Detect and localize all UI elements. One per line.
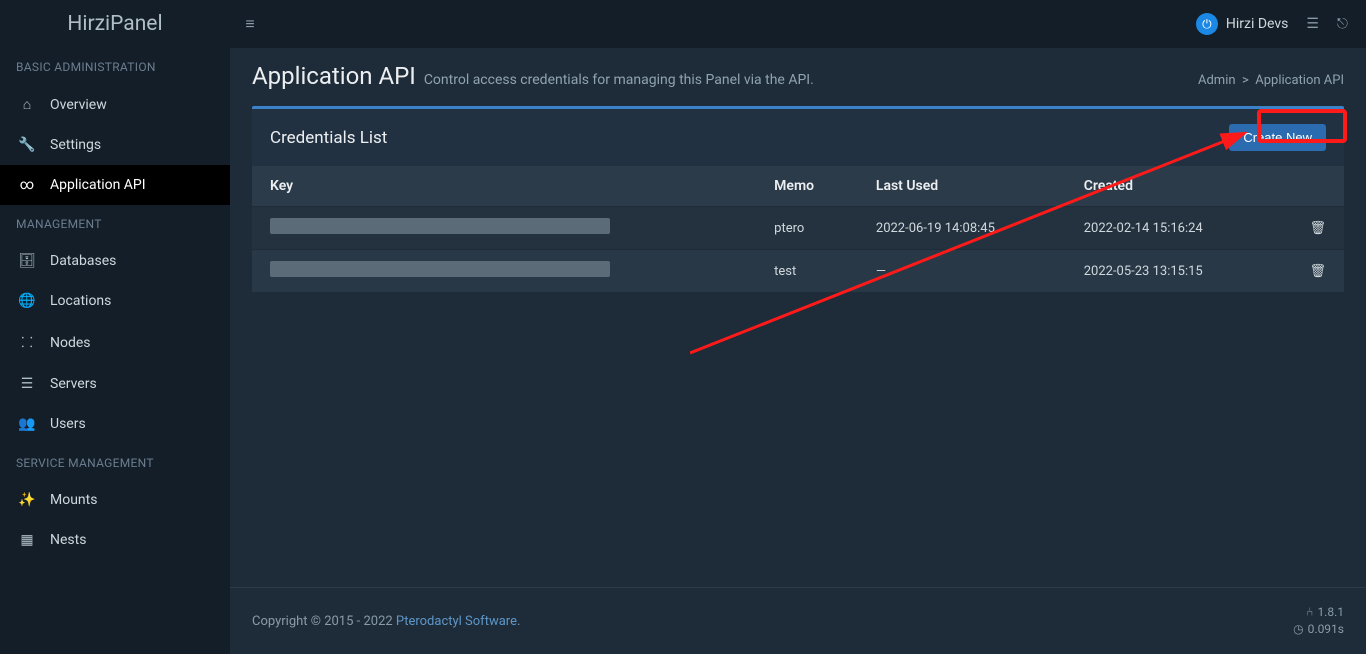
sidebar-toggle-button[interactable]: ≡	[230, 14, 270, 34]
logout-icon[interactable]: ⎋	[1337, 16, 1348, 32]
sidebar-item-label: Users	[50, 416, 86, 432]
sidebar-item-nodes[interactable]: ⸬ Nodes	[0, 321, 230, 364]
sidebar-item-nests[interactable]: ▦ Nests	[0, 520, 230, 560]
page-title: Application API	[252, 62, 416, 90]
sidebar-item-settings[interactable]: 🔧 Settings	[0, 125, 230, 165]
cell-memo: ptero	[756, 207, 858, 250]
main-content: Application API Control access credentia…	[230, 48, 1366, 654]
sidebar-item-label: Application API	[50, 177, 146, 193]
column-last-used: Last Used	[858, 166, 1066, 207]
api-key-masked[interactable]	[270, 218, 610, 234]
box-title: Credentials List	[270, 128, 387, 148]
footer-timing: 0.091s	[1308, 621, 1344, 638]
column-memo: Memo	[756, 166, 858, 207]
footer-version: 1.8.1	[1317, 604, 1344, 621]
sidebar-item-overview[interactable]: ⌂ Overview	[0, 84, 230, 125]
database-icon: 🗄	[18, 253, 36, 269]
api-key-masked[interactable]	[270, 261, 610, 277]
cell-last-used: 2022-06-19 14:08:45	[858, 207, 1066, 250]
delete-button[interactable]: 🗑	[1274, 207, 1344, 250]
create-new-button[interactable]: Create New	[1229, 124, 1326, 151]
home-icon: ⌂	[18, 96, 36, 113]
user-menu[interactable]: ⏻ Hirzi Devs	[1196, 13, 1289, 35]
sidebar-item-application-api[interactable]: ∞ Application API	[0, 165, 230, 205]
grid-icon: ▦	[18, 532, 36, 548]
trash-icon: 🗑	[1309, 221, 1326, 236]
sidebar-item-label: Mounts	[50, 492, 97, 508]
sidebar-item-label: Settings	[50, 137, 101, 153]
cell-memo: test	[756, 250, 858, 293]
sidebar-item-servers[interactable]: ☰ Servers	[0, 364, 230, 404]
sitemap-icon: ⸬	[18, 333, 36, 352]
credentials-table: Key Memo Last Used Created ptero 2022-06…	[252, 166, 1344, 292]
clock-icon: ◷	[1293, 621, 1303, 638]
sidebar-item-databases[interactable]: 🗄 Databases	[0, 241, 230, 281]
sidebar-item-label: Nodes	[50, 335, 91, 351]
delete-button[interactable]: 🗑	[1274, 250, 1344, 293]
table-row: ptero 2022-06-19 14:08:45 2022-02-14 15:…	[252, 207, 1344, 250]
footer-link[interactable]: Pterodactyl Software	[396, 614, 517, 629]
footer: Copyright © 2015 - 2022 Pterodactyl Soft…	[230, 587, 1366, 654]
sidebar-item-label: Locations	[50, 293, 111, 309]
breadcrumb-admin-link[interactable]: Admin	[1198, 73, 1236, 88]
footer-copyright: Copyright © 2015 - 2022	[252, 614, 396, 629]
footer-dot: .	[517, 614, 520, 629]
magic-icon: ✨	[18, 492, 36, 508]
breadcrumb: Admin > Application API	[1198, 73, 1344, 88]
sidebar-item-label: Servers	[50, 376, 97, 392]
cell-created: 2022-02-14 15:16:24	[1066, 207, 1274, 250]
trash-icon: 🗑	[1309, 264, 1326, 279]
power-icon: ⏻	[1196, 13, 1218, 35]
sidebar: BASIC ADMINISTRATION ⌂ Overview 🔧 Settin…	[0, 48, 230, 654]
users-icon: 👥	[18, 416, 36, 432]
infinity-icon: ∞	[18, 177, 36, 193]
brand-logo[interactable]: HirziPanel	[0, 12, 230, 36]
server-icon: ☰	[18, 376, 36, 392]
cell-last-used: —	[858, 250, 1066, 293]
wrench-icon: 🔧	[18, 137, 36, 153]
user-name: Hirzi Devs	[1226, 16, 1289, 32]
column-key: Key	[252, 166, 756, 207]
page-subtitle: Control access credentials for managing …	[424, 72, 814, 88]
globe-icon: 🌐	[18, 293, 36, 309]
sidebar-section-header: MANAGEMENT	[0, 205, 230, 241]
topbar: HirziPanel ≡ ⏻ Hirzi Devs ☰ ⎋	[0, 0, 1366, 48]
table-row: test — 2022-05-23 13:15:15 🗑	[252, 250, 1344, 293]
column-created: Created	[1066, 166, 1274, 207]
cell-created: 2022-05-23 13:15:15	[1066, 250, 1274, 293]
sidebar-item-locations[interactable]: 🌐 Locations	[0, 281, 230, 321]
bars-icon: ≡	[245, 14, 254, 33]
breadcrumb-separator: >	[1242, 73, 1249, 88]
sidebar-item-label: Databases	[50, 253, 116, 269]
sidebar-item-users[interactable]: 👥 Users	[0, 404, 230, 444]
breadcrumb-current: Application API	[1255, 73, 1344, 88]
sidebar-item-mounts[interactable]: ✨ Mounts	[0, 480, 230, 520]
sidebar-section-header: SERVICE MANAGEMENT	[0, 444, 230, 480]
credentials-box: Credentials List Create New Key Memo Las…	[252, 106, 1344, 292]
branch-icon: ⑃	[1306, 604, 1313, 621]
sidebar-section-header: BASIC ADMINISTRATION	[0, 48, 230, 84]
sidebar-item-label: Nests	[50, 532, 86, 548]
sidebar-item-label: Overview	[50, 97, 107, 113]
server-list-icon[interactable]: ☰	[1306, 16, 1319, 32]
